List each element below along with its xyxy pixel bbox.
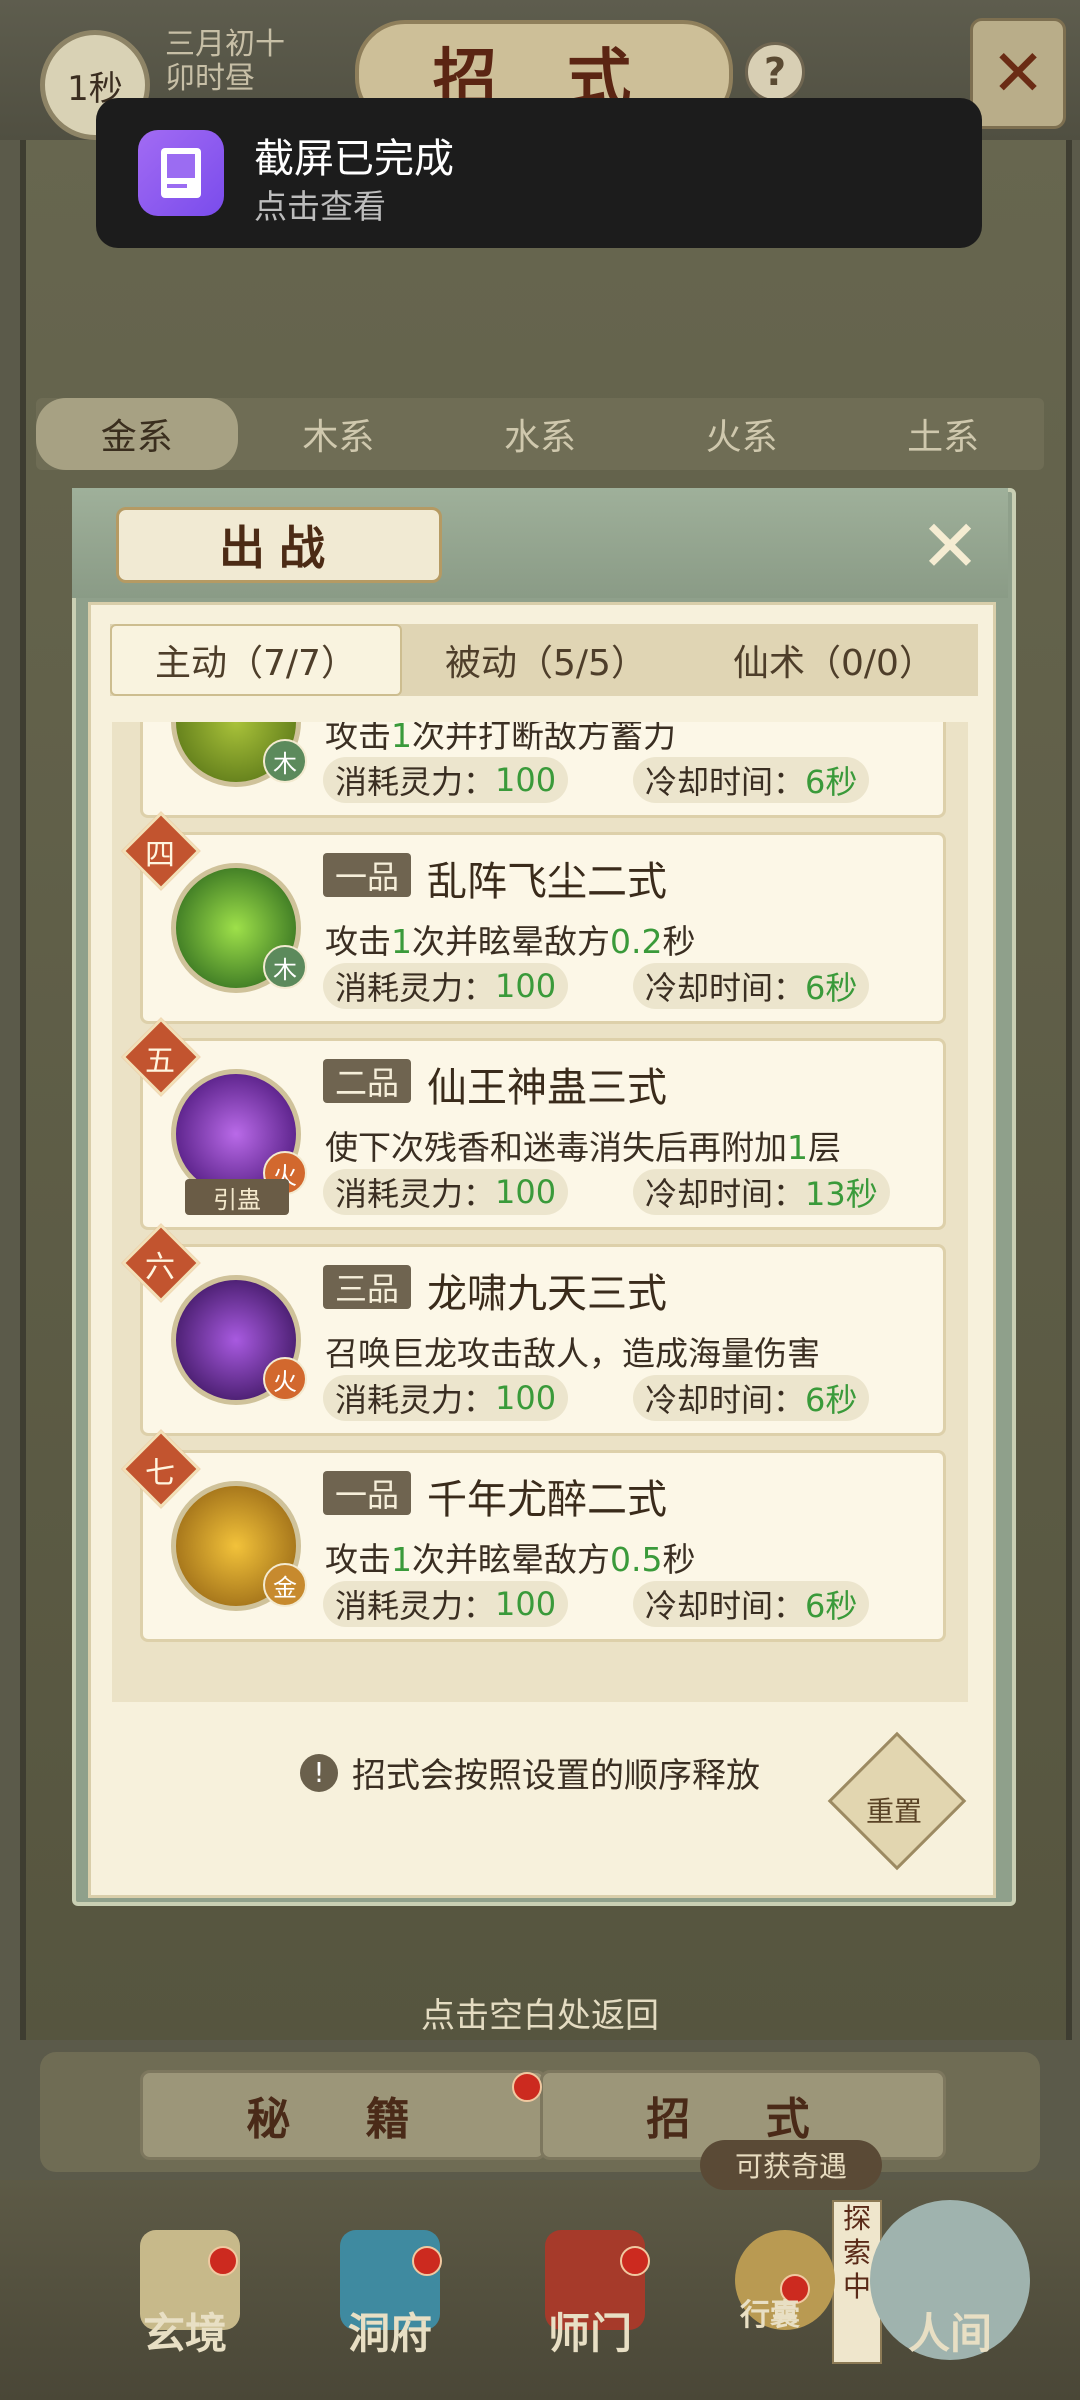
cost-stat: 消耗灵力： 100 <box>323 757 569 803</box>
skill-name: 千年尤醉二式 <box>427 1477 667 1523</box>
tab-immortal-arts[interactable]: 仙术（0/0） <box>690 624 978 696</box>
cooldown-stat: 冷却时间： 13秒 <box>633 1169 890 1215</box>
skill-card[interactable]: 四 木 一品 乱阵飞尘二式 攻击1次并眩晕敌方0.2秒 消耗灵力： 100 冷却时… <box>121 811 946 1024</box>
cooldown-stat: 冷却时间： 6秒 <box>633 757 870 803</box>
grade-label: 一品 <box>323 853 411 897</box>
skill-description: 召唤巨龙攻击敌人，造成海量伤害 <box>325 1334 820 1373</box>
notification-dot <box>512 2072 542 2102</box>
element-mark: 火 <box>263 1357 307 1401</box>
skill-card[interactable]: 五 火 引蛊 二品 仙王神蛊三式 使下次残香和迷毒消失后再附加1层 消耗灵力： 1… <box>121 1017 946 1230</box>
skill-name: 仙王神蛊三式 <box>427 1065 667 1111</box>
cost-stat: 消耗灵力： 100 <box>323 1581 569 1627</box>
tab-manuals[interactable]: 秘 籍 <box>140 2070 546 2160</box>
toast-subtitle: 点击查看 <box>254 187 386 226</box>
element-mark: 金 <box>263 1563 307 1607</box>
skill-card[interactable]: 六 火 三品 龙啸九天三式 召唤巨龙攻击敌人，造成海量伤害 消耗灵力： 100 冷… <box>121 1223 946 1436</box>
cost-stat: 消耗灵力： 100 <box>323 1375 569 1421</box>
tap-to-return[interactable]: 点击空白处返回 <box>0 1988 1080 2037</box>
panel-close-icon[interactable]: ✕ <box>912 504 988 588</box>
hint-text: 招式会按照设置的顺序释放 <box>352 1756 760 1796</box>
element-tabs: 金系 木系 水系 火系 土系 <box>36 398 1044 470</box>
skill-list[interactable]: 木 攻击1次并打断敌方蓄力 消耗灵力： 100 冷却时间： 6秒 四 木 一品 乱阵… <box>112 722 968 1702</box>
cost-stat: 消耗灵力： 100 <box>323 1169 569 1215</box>
nav-bag[interactable]: 行囊 <box>680 2290 860 2334</box>
tab-earth[interactable]: 土系 <box>842 398 1044 470</box>
element-mark: 木 <box>263 739 307 783</box>
reward-badge[interactable]: 可获奇遇 <box>700 2140 882 2190</box>
skill-name: 乱阵飞尘二式 <box>427 859 667 905</box>
rank-number: 五 <box>145 1044 175 1079</box>
nav-cave-dwelling[interactable]: 洞府 <box>300 2300 480 2361</box>
grade-label: 二品 <box>323 1059 411 1103</box>
screenshot-toast[interactable]: 截屏已完成 点击查看 <box>96 98 982 248</box>
tab-water[interactable]: 水系 <box>439 398 641 470</box>
skill-tag: 引蛊 <box>185 1179 289 1215</box>
tab-active-skills[interactable]: 主动（7/7） <box>110 624 402 696</box>
element-mark: 木 <box>263 945 307 989</box>
tab-wood[interactable]: 木系 <box>238 398 440 470</box>
cooldown-stat: 冷却时间： 6秒 <box>633 1375 870 1421</box>
date-display: 三月初十 卯时昼 <box>165 28 285 96</box>
notification-dot <box>412 2246 442 2276</box>
skill-type-tabs: 主动（7/7） 被动（5/5） 仙术（0/0） <box>110 624 978 696</box>
panel-title: 出战 <box>116 507 442 583</box>
cost-stat: 消耗灵力： 100 <box>323 963 569 1009</box>
skill-name: 龙啸九天三式 <box>427 1271 667 1317</box>
date-line-1: 三月初十 <box>165 27 285 62</box>
help-button[interactable]: ? <box>745 42 805 102</box>
nav-mortal-world[interactable]: 人间 <box>860 2300 1040 2361</box>
grade-label: 三品 <box>323 1265 411 1309</box>
date-line-2: 卯时昼 <box>165 61 255 96</box>
info-icon: ! <box>300 1753 338 1792</box>
rank-number: 七 <box>145 1456 175 1491</box>
skill-description: 攻击1次并打断敌方蓄力 <box>325 722 676 755</box>
skill-description: 攻击1次并眩晕敌方0.2秒 <box>325 922 696 961</box>
screenshot-icon <box>138 130 224 216</box>
close-button[interactable]: ✕ <box>970 18 1066 129</box>
cooldown-stat: 冷却时间： 6秒 <box>633 1581 870 1627</box>
skill-description: 使下次残香和迷毒消失后再附加1层 <box>325 1128 841 1167</box>
skill-description: 攻击1次并眩晕敌方0.5秒 <box>325 1540 696 1579</box>
reset-label[interactable]: 重置 <box>848 1770 940 1830</box>
notification-dot <box>620 2246 650 2276</box>
nav-mystic-realm[interactable]: 玄境 <box>95 2300 275 2361</box>
tab-metal[interactable]: 金系 <box>36 398 238 470</box>
rank-number: 四 <box>145 838 175 873</box>
tab-fire[interactable]: 火系 <box>641 398 843 470</box>
cooldown-stat: 冷却时间： 6秒 <box>633 963 870 1009</box>
skill-card[interactable]: 木 攻击1次并打断敌方蓄力 消耗灵力： 100 冷却时间： 6秒 <box>140 722 946 818</box>
grade-label: 一品 <box>323 1471 411 1515</box>
notification-dot <box>208 2246 238 2276</box>
nav-sect[interactable]: 师门 <box>500 2300 680 2361</box>
tab-passive-skills[interactable]: 被动（5/5） <box>402 624 690 696</box>
order-hint: ! 招式会按照设置的顺序释放 <box>300 1748 760 1797</box>
skill-card[interactable]: 七 金 一品 千年尤醉二式 攻击1次并眩晕敌方0.5秒 消耗灵力： 100 冷却时… <box>121 1429 946 1642</box>
rank-number: 六 <box>145 1250 175 1285</box>
toast-title: 截屏已完成 <box>254 136 454 182</box>
